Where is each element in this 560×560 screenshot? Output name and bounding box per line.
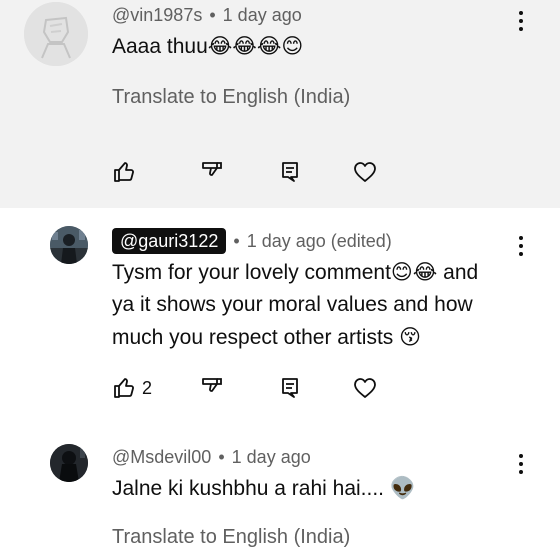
avatar[interactable] — [50, 226, 88, 264]
like-count: 2 — [142, 377, 153, 398]
emoji-group: 👽 — [389, 476, 416, 500]
comment-text-body: Jalne ki kushbhu a rahi hai.... — [112, 477, 390, 500]
like-button[interactable]: 2 — [112, 373, 152, 403]
reply-icon — [282, 162, 298, 182]
reply-icon — [282, 378, 298, 398]
user-photo-avatar — [50, 444, 88, 482]
comment-time[interactable]: 1 day ago — [223, 5, 302, 25]
comment-time[interactable]: 1 day ago (edited) — [247, 231, 392, 251]
default-avatar-icon — [24, 2, 88, 66]
comment-author[interactable]: @Msdevil00 — [112, 447, 211, 467]
emoji-group: 😊😂 — [390, 260, 438, 284]
dislike-button[interactable] — [200, 157, 224, 187]
comment-text-segment: Tysm for your lovely comment — [112, 261, 391, 284]
comment-text-body: Aaaa thuu — [112, 35, 208, 58]
comment-text-line: Tysm for your lovely comment😊😂 and — [112, 256, 512, 289]
like-button[interactable] — [112, 157, 136, 187]
separator-dot: • — [209, 5, 216, 25]
comment-item: @gauri3122 • 1 day ago (edited) Tysm for… — [0, 208, 560, 416]
comment-meta: @vin1987s • 1 day ago — [112, 2, 302, 28]
thumbs-down-icon — [202, 162, 222, 176]
comment-meta: @gauri3122 • 1 day ago (edited) — [112, 228, 392, 254]
emoji-group: 😚 — [399, 325, 422, 349]
comment-meta: @Msdevil00 • 1 day ago — [112, 444, 311, 470]
comment-text-line: much you respect other artists 😚 — [112, 321, 512, 354]
comment-item: @Msdevil00 • 1 day ago Jalne ki kushbhu … — [0, 416, 560, 560]
more-options-icon[interactable] — [514, 452, 528, 476]
heart-icon — [354, 378, 376, 398]
heart-icon — [354, 162, 376, 182]
comment-text-segment: and — [437, 261, 479, 284]
comment-text-segment: much you respect other artists — [112, 326, 400, 349]
comment-time[interactable]: 1 day ago — [232, 447, 311, 467]
more-options-icon[interactable] — [514, 234, 528, 258]
separator-dot: • — [233, 231, 240, 251]
translate-link[interactable]: Translate to English (India) — [112, 84, 350, 110]
comment-text-line: ya it shows your moral values and how — [112, 293, 473, 316]
thumbs-up-icon — [114, 162, 134, 182]
translate-link[interactable]: Translate to English (India) — [112, 524, 350, 550]
dislike-button[interactable] — [200, 373, 224, 403]
more-options-icon[interactable] — [514, 9, 528, 33]
thumbs-up-icon — [114, 378, 134, 398]
user-photo-avatar — [50, 226, 88, 264]
avatar[interactable] — [50, 444, 88, 482]
comment-text: Aaaa thuu😂😂😂😊 — [112, 30, 303, 63]
reply-button[interactable] — [278, 157, 302, 187]
comment-author[interactable]: @vin1987s — [112, 5, 202, 25]
comment-text: Tysm for your lovely comment😊😂 and ya it… — [112, 256, 512, 354]
heart-button[interactable] — [352, 373, 378, 403]
avatar[interactable] — [24, 2, 88, 66]
separator-dot: • — [218, 447, 225, 467]
comment-author-chip[interactable]: @gauri3122 — [112, 228, 227, 254]
emoji-group: 😂😂😂😊 — [207, 34, 304, 58]
reply-button[interactable] — [278, 373, 302, 403]
heart-button[interactable] — [352, 157, 378, 187]
comment-item: @vin1987s • 1 day ago Aaaa thuu😂😂😂😊 Tran… — [0, 0, 560, 208]
thumbs-down-icon — [202, 378, 222, 392]
comment-text: Jalne ki kushbhu a rahi hai.... 👽 — [112, 472, 416, 505]
